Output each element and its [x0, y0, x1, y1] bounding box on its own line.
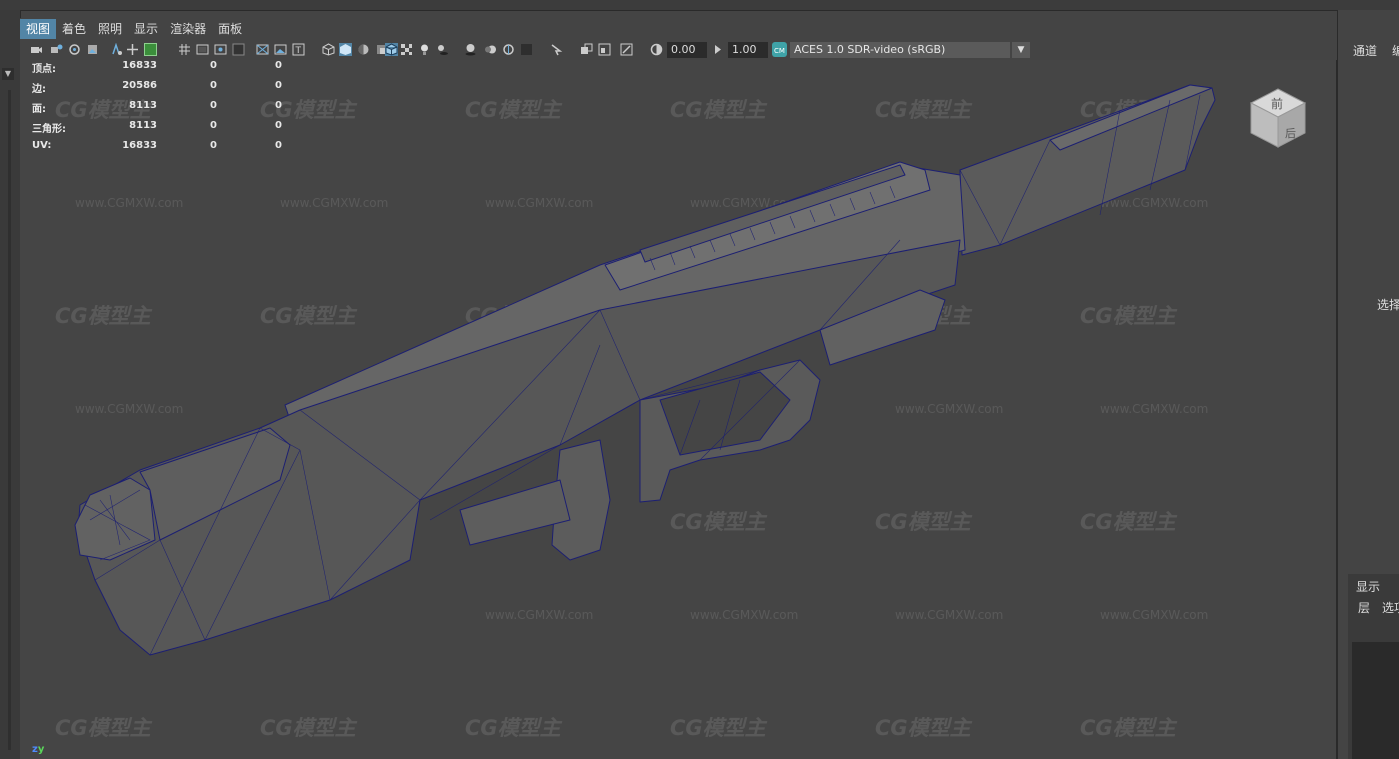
2d-pan-zoom-icon[interactable] — [110, 43, 123, 56]
wireframe-icon[interactable] — [322, 43, 335, 56]
channel-box-panel: 通道 编 选择 显示 层 选项 — [1337, 10, 1399, 759]
menu-show[interactable]: 显示 — [128, 19, 164, 39]
left-scrollbar[interactable] — [8, 90, 11, 750]
hud-value: 0 — [210, 140, 217, 151]
color-space-value: ACES 1.0 SDR-video (sRGB) — [794, 43, 946, 56]
hud-value: 20586 — [122, 80, 157, 91]
hud-value: 0 — [210, 120, 217, 131]
svg-text:CM: CM — [774, 47, 785, 55]
menu-renderer[interactable]: 渲染器 — [164, 19, 212, 39]
select-label: 选择 — [1377, 298, 1399, 312]
use-lights-icon[interactable] — [418, 43, 431, 56]
frame-all-icon[interactable] — [598, 43, 611, 56]
panel-toolbar: T 0.00 1.00 CM ACES 1.0 SDR-video (sRGB)… — [20, 40, 1336, 60]
camera-attributes-icon[interactable] — [50, 43, 63, 56]
left-tool-strip: ▼ — [0, 10, 21, 759]
safe-title-icon[interactable]: T — [292, 43, 305, 56]
hud-value: 0 — [210, 60, 217, 71]
hud-value: 0 — [275, 140, 282, 151]
view-cube-front-label: 前 — [1271, 96, 1283, 111]
frame-selected-icon[interactable] — [620, 43, 633, 56]
hud-label: 边: — [32, 84, 46, 95]
anti-aliasing-icon[interactable] — [502, 43, 515, 56]
checker-icon[interactable] — [400, 43, 413, 56]
axis-y-label: y — [37, 744, 45, 755]
menu-lighting[interactable]: 照明 — [92, 19, 128, 39]
motion-blur-icon[interactable] — [484, 43, 497, 56]
color-space-dropdown[interactable]: ACES 1.0 SDR-video (sRGB) ▼ — [790, 42, 1030, 58]
chevron-down-icon[interactable]: ▼ — [1012, 42, 1030, 58]
tab-display[interactable]: 显示 — [1356, 578, 1380, 595]
layer-menu[interactable]: 层 — [1358, 599, 1370, 616]
chevron-down-icon[interactable]: ▼ — [2, 68, 14, 80]
hud-value: 16833 — [122, 60, 157, 71]
svg-text:T: T — [295, 46, 302, 56]
hud-value: 8113 — [129, 100, 157, 111]
field-chart-icon[interactable] — [256, 43, 269, 56]
hud-value: 0 — [275, 120, 282, 131]
gate-mask-icon[interactable] — [232, 43, 245, 56]
gamma-field[interactable]: 1.00 — [728, 42, 768, 58]
gamma-icon[interactable] — [712, 43, 725, 56]
mesh-rifle[interactable] — [20, 60, 1336, 759]
wireframe-on-shaded-icon[interactable] — [385, 43, 398, 56]
hud-value: 8113 — [129, 120, 157, 131]
hud-label: 顶点: — [32, 64, 56, 75]
view-cube[interactable]: 前 后 — [1245, 85, 1311, 151]
select-camera-icon[interactable] — [30, 43, 43, 56]
hud-value: 0 — [275, 80, 282, 91]
top-strip — [0, 0, 1399, 11]
tab-channels[interactable]: 通道 — [1353, 42, 1377, 59]
view-cube-back-label: 后 — [1285, 127, 1296, 140]
menu-panels[interactable]: 面板 — [212, 19, 248, 39]
hud-value: 16833 — [122, 140, 157, 151]
isolate-select-icon[interactable] — [520, 43, 533, 56]
xray-joints-icon[interactable] — [550, 43, 563, 56]
smooth-shade-icon[interactable] — [339, 43, 352, 56]
options-menu[interactable]: 选项 — [1382, 599, 1399, 616]
bookmarks-icon[interactable] — [68, 43, 81, 56]
default-material-icon[interactable] — [357, 43, 370, 56]
hud-value: 0 — [275, 60, 282, 71]
tab-edit[interactable]: 编 — [1392, 42, 1399, 59]
resolution-gate-icon[interactable] — [214, 43, 227, 56]
pan-icon[interactable] — [126, 43, 139, 56]
grid-icon[interactable] — [178, 43, 191, 56]
color-management-icon[interactable]: CM — [772, 42, 787, 57]
3d-viewport[interactable]: CG模型主 CG模型主 CG模型主 CG模型主 CG模型主 CG模型主 www.… — [20, 60, 1337, 759]
shadows-icon[interactable] — [436, 43, 449, 56]
hud-label: UV: — [32, 140, 52, 151]
layer-list[interactable] — [1352, 642, 1399, 759]
xray-active-components-icon[interactable] — [580, 43, 593, 56]
safe-action-icon[interactable] — [274, 43, 287, 56]
menu-view[interactable]: 视图 — [20, 19, 57, 39]
menu-shading[interactable]: 着色 — [56, 19, 92, 39]
grease-pencil-icon[interactable] — [144, 43, 157, 56]
hud-value: 0 — [210, 80, 217, 91]
hud-value: 0 — [210, 100, 217, 111]
hud-value: 0 — [275, 100, 282, 111]
hud-label: 面: — [32, 104, 46, 115]
image-plane-icon[interactable] — [86, 43, 99, 56]
film-gate-icon[interactable] — [196, 43, 209, 56]
axis-indicator: zy — [32, 744, 44, 755]
exposure-field[interactable]: 0.00 — [667, 42, 707, 58]
ambient-occlusion-icon[interactable] — [464, 43, 477, 56]
hud-label: 三角形: — [32, 124, 66, 135]
exposure-icon[interactable] — [650, 43, 663, 56]
panel-menu-bar: 视图 着色 照明 显示 渲染器 面板 — [20, 18, 1336, 40]
